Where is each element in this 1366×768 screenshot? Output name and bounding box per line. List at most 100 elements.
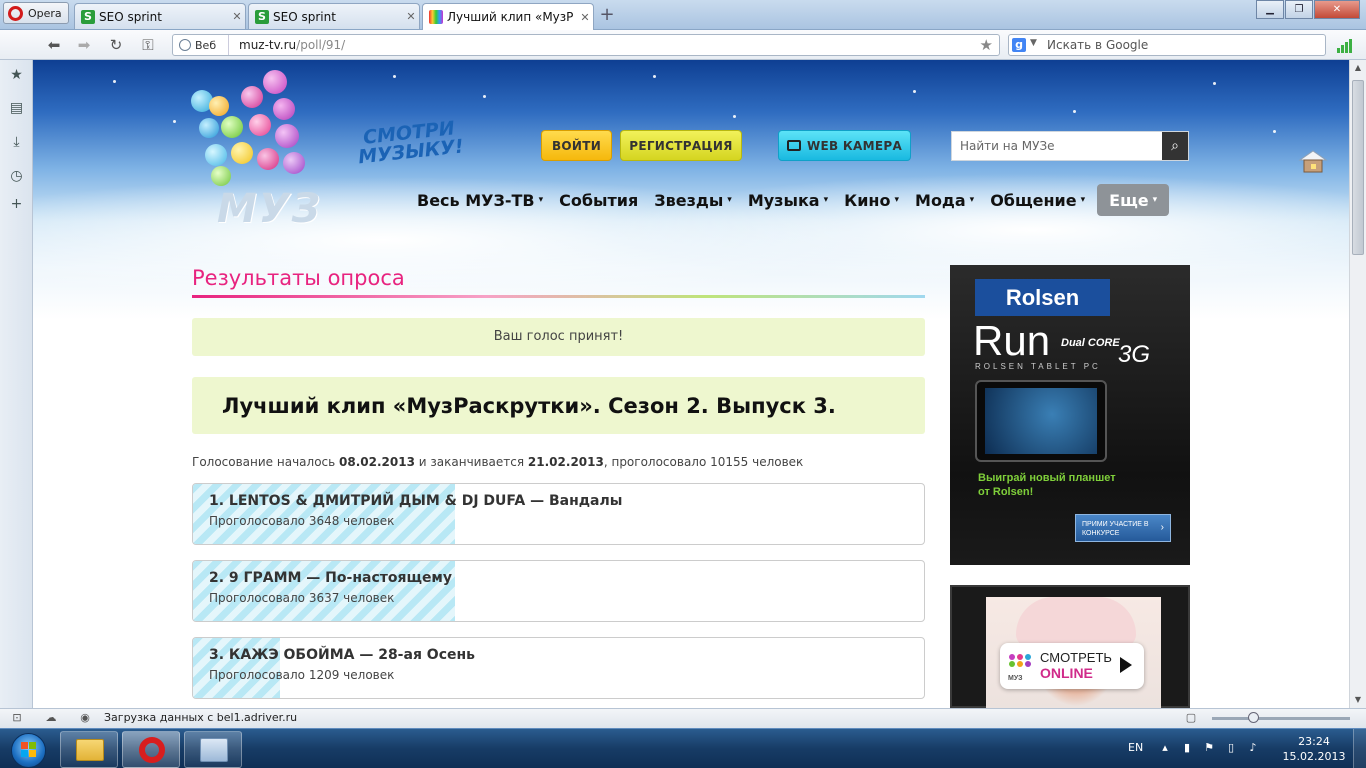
register-button[interactable]: РЕГИСТРАЦИЯ (620, 130, 742, 161)
taskbar-control-panel[interactable] (184, 731, 242, 768)
rolsen-logo: Rolsen (975, 279, 1110, 316)
muz-logo-text: МУЗ (217, 186, 323, 232)
rolsen-tablet-label: ROLSEN TABLET PC (975, 362, 1101, 371)
tv-icon (786, 140, 801, 151)
opera-menu-label: Opera (28, 6, 62, 20)
tab-seo-sprint-2[interactable]: S SEO sprint ✕ (248, 3, 420, 29)
unite-cloud-icon[interactable]: ☁ (44, 711, 58, 725)
forward-icon[interactable]: ➡ (74, 35, 94, 55)
turbo-icon[interactable]: ◉ (78, 711, 92, 725)
network-signal-icon[interactable]: ▮ (1180, 741, 1194, 755)
scrollbar-thumb[interactable] (1352, 80, 1364, 255)
webcam-button[interactable]: WEB КАМЕРА (778, 130, 911, 161)
close-tab-icon[interactable]: ✕ (403, 10, 419, 23)
tab-seo-sprint-1[interactable]: S SEO sprint ✕ (74, 3, 246, 29)
back-icon[interactable]: ⬅ (44, 35, 64, 55)
folder-icon (76, 739, 104, 761)
watch-online-banner[interactable]: МУЗ СМОТРЕТЬ ONLINE (950, 585, 1190, 708)
rolsen-banner[interactable]: Rolsen Run Dual CORE 3G ROLSEN TABLET PC… (950, 265, 1190, 565)
notes-icon[interactable]: ▤ (8, 100, 25, 117)
globe-icon (179, 39, 191, 51)
nav-item-eshche[interactable]: Еще ▾ (1097, 184, 1170, 216)
chevron-down-icon: ▾ (1080, 195, 1086, 205)
clock[interactable]: 23:24 15.02.2013 (1282, 734, 1346, 764)
opera-menu-button[interactable]: Opera (3, 2, 69, 24)
page-title: Результаты опроса (192, 266, 405, 290)
watch-label: СМОТРЕТЬ (1040, 650, 1112, 665)
turbo-signal-icon[interactable] (1337, 37, 1352, 53)
scroll-down-icon[interactable]: ▼ (1350, 692, 1366, 708)
seo-sprint-favicon-icon: S (81, 9, 95, 24)
address-toolbar: ⬅ ➡ ↻ ⚿ Веб muz-tv.ru/poll/91/ ★ g ▼ Иск… (0, 30, 1366, 60)
show-desktop-button[interactable] (1353, 729, 1366, 768)
rolsen-contest-label: ПРИМИ УЧАСТИЕ В КОНКУРСЕ (1082, 521, 1149, 537)
watch-online-button[interactable]: МУЗ СМОТРЕТЬ ONLINE (1000, 643, 1144, 689)
snow-house-icon (1298, 150, 1328, 173)
url-text: muz-tv.ru/poll/91/ (239, 38, 345, 52)
chevron-down-icon: ▾ (823, 195, 829, 205)
chevron-right-icon: › (1160, 522, 1164, 533)
bookmarks-star-icon[interactable]: ★ (8, 67, 25, 84)
web-badge[interactable]: Веб (173, 35, 229, 55)
close-tab-icon[interactable]: ✕ (229, 10, 245, 23)
history-clock-icon[interactable]: ◷ (8, 168, 25, 185)
seo-sprint-favicon-icon: S (255, 9, 269, 24)
tab-muz-poll[interactable]: Лучший клип «МузРа... ✕ (422, 3, 594, 30)
url-path: /poll/91/ (296, 38, 346, 52)
restore-window-button[interactable]: ❐ (1285, 0, 1313, 19)
battery-icon[interactable]: ▯ (1224, 741, 1238, 755)
close-window-button[interactable]: ✕ (1314, 0, 1360, 19)
action-center-flag-icon[interactable]: ⚑ (1202, 741, 1216, 755)
minimize-window-button[interactable]: ▁ (1256, 0, 1284, 19)
rolsen-contest-button[interactable]: ПРИМИ УЧАСТИЕ В КОНКУРСЕ › (1075, 514, 1171, 542)
nav-item-vsyo-muz-tv[interactable]: Весь МУЗ-ТВ ▾ (409, 184, 551, 216)
new-tab-icon[interactable]: + (597, 5, 617, 25)
downloads-icon[interactable]: ⤓ (8, 134, 25, 151)
vertical-scrollbar[interactable]: ▲ ▼ (1349, 60, 1366, 708)
browser-search-placeholder: Искать в Google (1047, 38, 1149, 52)
loading-status-text: Загрузка данных с bel1.adriver.ru (104, 711, 298, 724)
nav-item-kino[interactable]: Кино ▾ (836, 184, 907, 216)
taskbar-opera[interactable] (122, 731, 180, 768)
login-button[interactable]: ВОЙТИ (541, 130, 612, 161)
nav-item-muzyka[interactable]: Музыка ▾ (740, 184, 836, 216)
opera-logo-icon (8, 5, 23, 21)
google-icon[interactable]: g (1012, 38, 1026, 52)
tab-title: SEO sprint (273, 9, 336, 24)
panel-toggle-icon[interactable]: ⊡ (10, 711, 24, 725)
url-host: muz-tv.ru (239, 38, 297, 52)
search-engine-dropdown-icon[interactable]: ▼ (1030, 38, 1037, 48)
answer-count: Проголосовало 3637 человек (209, 591, 395, 605)
nav-item-moda[interactable]: Мода ▾ (907, 184, 982, 216)
zoom-slider[interactable] (1212, 712, 1350, 723)
bookmark-star-icon[interactable]: ★ (980, 36, 993, 54)
taskbar-explorer[interactable] (60, 731, 118, 768)
key-icon[interactable]: ⚿ (138, 35, 158, 55)
language-indicator[interactable]: EN (1128, 741, 1143, 754)
site-search-input[interactable]: Найти на МУЗе ⌕ (951, 131, 1189, 161)
chevron-down-icon: ▾ (969, 195, 975, 205)
start-button[interactable] (4, 731, 54, 768)
view-icon[interactable]: ▢ (1184, 711, 1198, 725)
tray-expand-icon[interactable]: ▴ (1158, 741, 1172, 755)
nav-item-sobytiya[interactable]: События (551, 184, 646, 216)
close-tab-icon[interactable]: ✕ (577, 11, 593, 24)
windows-flag-icon (21, 742, 37, 758)
tab-title: SEO sprint (99, 9, 162, 24)
nav-item-obshchenie[interactable]: Общение ▾ (982, 184, 1093, 216)
poll-end-date: 21.02.2013 (527, 455, 604, 469)
scroll-up-icon[interactable]: ▲ (1350, 60, 1366, 76)
reload-icon[interactable]: ↻ (106, 35, 126, 55)
browser-search-field[interactable]: g ▼ Искать в Google (1008, 34, 1326, 56)
zoom-slider-knob[interactable] (1248, 712, 1259, 723)
muz-logo[interactable]: МУЗ (191, 68, 321, 238)
search-icon[interactable]: ⌕ (1162, 132, 1188, 160)
nav-item-zvezdy[interactable]: Звезды ▾ (646, 184, 740, 216)
add-panel-icon[interactable]: + (8, 196, 25, 213)
volume-icon[interactable]: ♪ (1246, 741, 1260, 755)
answer-count: Проголосовало 3648 человек (209, 514, 395, 528)
opera-icon (139, 737, 165, 763)
address-field[interactable]: Веб muz-tv.ru/poll/91/ ★ (172, 34, 1000, 56)
answer-title: 2. 9 ГРАММ — По-настоящему (209, 570, 453, 586)
poll-start-date: 08.02.2013 (339, 455, 415, 469)
